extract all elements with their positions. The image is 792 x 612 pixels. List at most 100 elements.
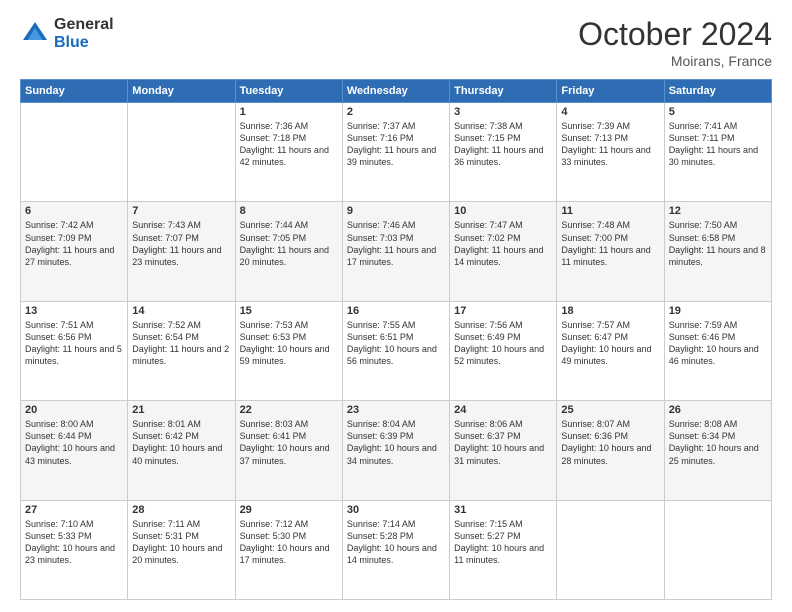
day-number: 16 (347, 305, 445, 317)
col-header-monday: Monday (128, 80, 235, 103)
day-cell: 3 Sunrise: 7:38 AM Sunset: 7:15 PM Daylig… (450, 103, 557, 202)
day-cell: 13Sunrise: 7:51 AM Sunset: 6:56 PM Dayli… (21, 301, 128, 400)
day-number: 28 (132, 504, 230, 516)
cell-info: Sunrise: 7:44 AM Sunset: 7:05 PM Dayligh… (240, 219, 338, 268)
cell-info: Sunrise: 7:15 AM Sunset: 5:27 PM Dayligh… (454, 518, 552, 567)
day-cell: 14Sunrise: 7:52 AM Sunset: 6:54 PM Dayli… (128, 301, 235, 400)
day-cell: 18 Sunrise: 7:57 AM Sunset: 6:47 PM Dayli… (557, 301, 664, 400)
day-cell: 22 Sunrise: 8:03 AM Sunset: 6:41 PM Dayli… (235, 401, 342, 500)
day-cell: 23Sunrise: 8:04 AM Sunset: 6:39 PM Dayli… (342, 401, 449, 500)
location: Moirans, France (578, 53, 772, 69)
week-row-4: 27 Sunrise: 7:10 AM Sunset: 5:33 PM Dayli… (21, 500, 772, 599)
header: General Blue October 2024 Moirans, Franc… (20, 16, 772, 69)
day-cell: 26 Sunrise: 8:08 AM Sunset: 6:34 PM Dayli… (664, 401, 771, 500)
page: General Blue October 2024 Moirans, Franc… (0, 0, 792, 612)
day-number: 1 (240, 106, 338, 118)
cell-info: Sunrise: 7:36 AM Sunset: 7:18 PM Dayligh… (240, 120, 338, 169)
cell-info: Sunrise: 8:03 AM Sunset: 6:41 PM Dayligh… (240, 418, 338, 467)
cell-info: Sunrise: 8:07 AM Sunset: 6:36 PM Dayligh… (561, 418, 659, 467)
day-number: 2 (347, 106, 445, 118)
col-header-saturday: Saturday (664, 80, 771, 103)
calendar-table: SundayMondayTuesdayWednesdayThursdayFrid… (20, 79, 772, 600)
col-header-tuesday: Tuesday (235, 80, 342, 103)
cell-info: Sunrise: 7:41 AM Sunset: 7:11 PM Dayligh… (669, 120, 767, 169)
day-cell: 25 Sunrise: 8:07 AM Sunset: 6:36 PM Dayli… (557, 401, 664, 500)
day-number: 22 (240, 404, 338, 416)
day-number: 30 (347, 504, 445, 516)
day-number: 19 (669, 305, 767, 317)
day-cell: 27 Sunrise: 7:10 AM Sunset: 5:33 PM Dayli… (21, 500, 128, 599)
day-cell: 28 Sunrise: 7:11 AM Sunset: 5:31 PM Dayli… (128, 500, 235, 599)
day-cell: 6Sunrise: 7:42 AM Sunset: 7:09 PM Daylig… (21, 202, 128, 301)
day-cell (128, 103, 235, 202)
day-cell: 11Sunrise: 7:48 AM Sunset: 7:00 PM Dayli… (557, 202, 664, 301)
day-number: 13 (25, 305, 123, 317)
day-number: 25 (561, 404, 659, 416)
logo-blue-text: Blue (54, 34, 114, 52)
day-cell: 8 Sunrise: 7:44 AM Sunset: 7:05 PM Daylig… (235, 202, 342, 301)
cell-info: Sunrise: 7:46 AM Sunset: 7:03 PM Dayligh… (347, 219, 445, 268)
day-number: 5 (669, 106, 767, 118)
day-number: 31 (454, 504, 552, 516)
day-number: 9 (347, 205, 445, 217)
day-number: 12 (669, 205, 767, 217)
day-number: 24 (454, 404, 552, 416)
cell-info: Sunrise: 7:57 AM Sunset: 6:47 PM Dayligh… (561, 319, 659, 368)
cell-info: Sunrise: 7:39 AM Sunset: 7:13 PM Dayligh… (561, 120, 659, 169)
col-header-sunday: Sunday (21, 80, 128, 103)
day-number: 18 (561, 305, 659, 317)
day-number: 14 (132, 305, 230, 317)
cell-info: Sunrise: 7:43 AM Sunset: 7:07 PM Dayligh… (132, 219, 230, 268)
cell-info: Sunrise: 8:08 AM Sunset: 6:34 PM Dayligh… (669, 418, 767, 467)
col-header-friday: Friday (557, 80, 664, 103)
day-number: 8 (240, 205, 338, 217)
cell-info: Sunrise: 7:48 AM Sunset: 7:00 PM Dayligh… (561, 219, 659, 268)
day-cell: 12 Sunrise: 7:50 AM Sunset: 6:58 PM Dayli… (664, 202, 771, 301)
header-row: SundayMondayTuesdayWednesdayThursdayFrid… (21, 80, 772, 103)
cell-info: Sunrise: 7:11 AM Sunset: 5:31 PM Dayligh… (132, 518, 230, 567)
day-number: 17 (454, 305, 552, 317)
logo: General Blue (20, 16, 114, 51)
day-cell: 15 Sunrise: 7:53 AM Sunset: 6:53 PM Dayli… (235, 301, 342, 400)
day-cell (557, 500, 664, 599)
day-cell: 31 Sunrise: 7:15 AM Sunset: 5:27 PM Dayli… (450, 500, 557, 599)
day-cell: 5 Sunrise: 7:41 AM Sunset: 7:11 PM Daylig… (664, 103, 771, 202)
day-cell: 20 Sunrise: 8:00 AM Sunset: 6:44 PM Dayli… (21, 401, 128, 500)
day-cell: 2Sunrise: 7:37 AM Sunset: 7:16 PM Daylig… (342, 103, 449, 202)
cell-info: Sunrise: 7:56 AM Sunset: 6:49 PM Dayligh… (454, 319, 552, 368)
week-row-3: 20 Sunrise: 8:00 AM Sunset: 6:44 PM Dayli… (21, 401, 772, 500)
day-cell: 4 Sunrise: 7:39 AM Sunset: 7:13 PM Daylig… (557, 103, 664, 202)
logo-icon (20, 19, 50, 49)
day-cell: 17 Sunrise: 7:56 AM Sunset: 6:49 PM Dayli… (450, 301, 557, 400)
cell-info: Sunrise: 7:47 AM Sunset: 7:02 PM Dayligh… (454, 219, 552, 268)
cell-info: Sunrise: 7:53 AM Sunset: 6:53 PM Dayligh… (240, 319, 338, 368)
day-number: 21 (132, 404, 230, 416)
day-number: 3 (454, 106, 552, 118)
day-number: 7 (132, 205, 230, 217)
cell-info: Sunrise: 7:38 AM Sunset: 7:15 PM Dayligh… (454, 120, 552, 169)
cell-info: Sunrise: 8:04 AM Sunset: 6:39 PM Dayligh… (347, 418, 445, 467)
cell-info: Sunrise: 8:00 AM Sunset: 6:44 PM Dayligh… (25, 418, 123, 467)
day-number: 15 (240, 305, 338, 317)
cell-info: Sunrise: 7:10 AM Sunset: 5:33 PM Dayligh… (25, 518, 123, 567)
col-header-thursday: Thursday (450, 80, 557, 103)
cell-info: Sunrise: 8:01 AM Sunset: 6:42 PM Dayligh… (132, 418, 230, 467)
day-cell: 1 Sunrise: 7:36 AM Sunset: 7:18 PM Daylig… (235, 103, 342, 202)
cell-info: Sunrise: 7:59 AM Sunset: 6:46 PM Dayligh… (669, 319, 767, 368)
cell-info: Sunrise: 7:55 AM Sunset: 6:51 PM Dayligh… (347, 319, 445, 368)
day-number: 26 (669, 404, 767, 416)
day-number: 20 (25, 404, 123, 416)
day-number: 27 (25, 504, 123, 516)
day-cell: 29 Sunrise: 7:12 AM Sunset: 5:30 PM Dayli… (235, 500, 342, 599)
cell-info: Sunrise: 7:14 AM Sunset: 5:28 PM Dayligh… (347, 518, 445, 567)
cell-info: Sunrise: 7:42 AM Sunset: 7:09 PM Dayligh… (25, 219, 123, 268)
cell-info: Sunrise: 7:50 AM Sunset: 6:58 PM Dayligh… (669, 219, 767, 268)
day-number: 29 (240, 504, 338, 516)
cell-info: Sunrise: 7:12 AM Sunset: 5:30 PM Dayligh… (240, 518, 338, 567)
day-cell: 7 Sunrise: 7:43 AM Sunset: 7:07 PM Daylig… (128, 202, 235, 301)
logo-text: General Blue (54, 16, 114, 51)
day-cell: 19 Sunrise: 7:59 AM Sunset: 6:46 PM Dayli… (664, 301, 771, 400)
day-cell: 24Sunrise: 8:06 AM Sunset: 6:37 PM Dayli… (450, 401, 557, 500)
day-number: 4 (561, 106, 659, 118)
week-row-2: 13Sunrise: 7:51 AM Sunset: 6:56 PM Dayli… (21, 301, 772, 400)
